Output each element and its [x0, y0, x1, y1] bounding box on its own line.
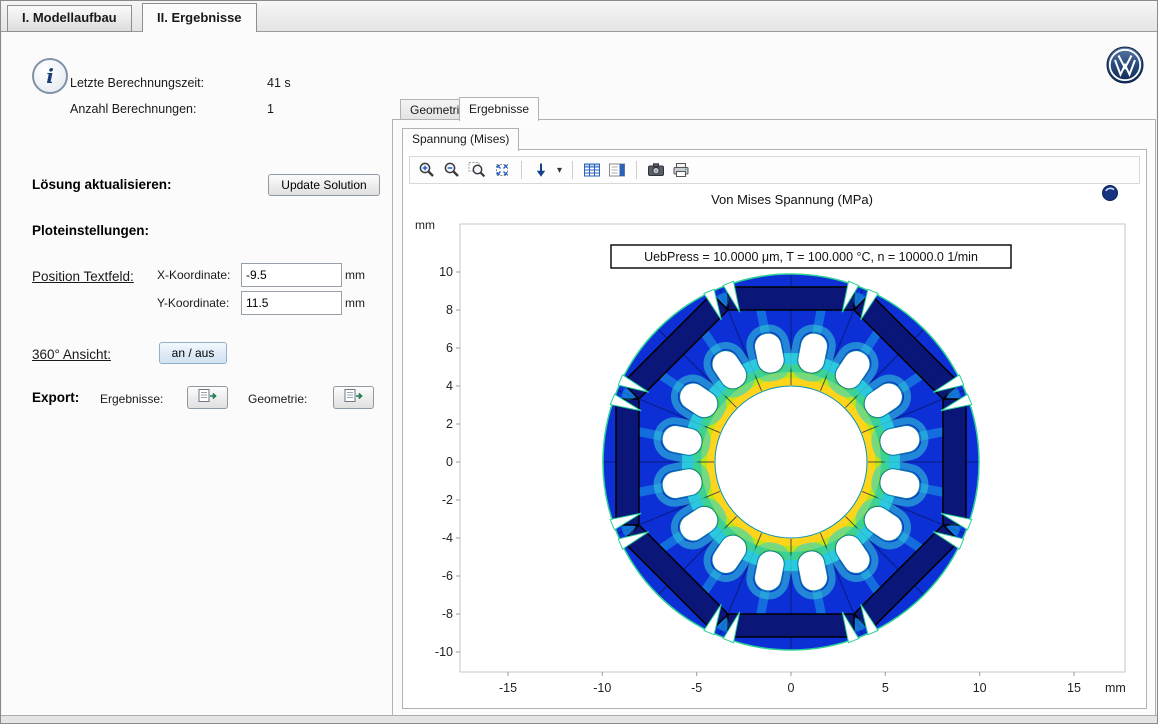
- color-legend-icon[interactable]: [608, 161, 626, 179]
- snapshot-camera-icon[interactable]: [647, 161, 665, 179]
- y-tick-label: -2: [442, 493, 453, 507]
- x-axis: -15 -10 -5 0 5 10 15 mm: [499, 672, 1126, 695]
- plot-tab-spannung-mises-label: Spannung (Mises): [412, 132, 509, 146]
- tab-ergebnisse-label: II. Ergebnisse: [157, 10, 242, 25]
- toolbar-separator: [521, 161, 522, 179]
- x-tick-label: 10: [973, 681, 987, 695]
- update-solution-button[interactable]: Update Solution: [268, 174, 380, 196]
- y-tick-label: 6: [446, 341, 453, 355]
- x-coordinate-label: X-Koordinate:: [157, 268, 230, 282]
- plot-group-box: ▾: [402, 149, 1147, 709]
- computation-count-value: 1: [267, 102, 274, 116]
- go-to-default-view-icon[interactable]: [532, 161, 550, 179]
- export-geometry-button[interactable]: [333, 386, 374, 409]
- results-tab-ergebnisse[interactable]: Ergebnisse: [459, 97, 539, 121]
- toolbar-separator: [636, 161, 637, 179]
- x-tick-label: -5: [691, 681, 702, 695]
- tab-ergebnisse[interactable]: II. Ergebnisse: [142, 3, 257, 32]
- export-results-button[interactable]: [187, 386, 228, 409]
- export-icon: [344, 388, 364, 407]
- plot-toolbar: ▾: [409, 156, 1140, 184]
- x-tick-label: 0: [788, 681, 795, 695]
- table-icon[interactable]: [583, 161, 601, 179]
- stress-plot-canvas[interactable]: Von Mises Spannung (MPa) mm 10 8 6 4 2: [403, 182, 1146, 706]
- vw-logo: [1106, 46, 1144, 84]
- annotation-text: UebPress = 10.0000 μm, T = 100.000 °C, n…: [644, 250, 978, 264]
- view-360-toggle-button[interactable]: an / aus: [159, 342, 227, 364]
- y-tick-label: -10: [435, 645, 453, 659]
- print-icon[interactable]: [672, 161, 690, 179]
- y-tick-label: -6: [442, 569, 453, 583]
- plot-floater-icon[interactable]: [1103, 186, 1118, 201]
- y-coordinate-label: Y-Koordinate:: [157, 296, 229, 310]
- update-solution-heading: Lösung aktualisieren:: [32, 177, 172, 192]
- export-icon: [198, 388, 218, 407]
- content-area: i Letzte Berechnungszeit: 41 s Anzahl Be…: [2, 31, 1156, 716]
- computation-count-label: Anzahl Berechnungen:: [70, 102, 196, 116]
- tab-modellaufbau[interactable]: I. Modellaufbau: [7, 5, 132, 32]
- plot-tab-spannung-mises[interactable]: Spannung (Mises): [402, 128, 519, 151]
- x-tick-label: 15: [1067, 681, 1081, 695]
- y-tick-label: 10: [439, 265, 453, 279]
- annotation-box: UebPress = 10.0000 μm, T = 100.000 °C, n…: [611, 245, 1011, 268]
- zoom-box-icon[interactable]: [468, 161, 486, 179]
- plot-title: Von Mises Spannung (MPa): [711, 192, 873, 207]
- position-textfield-heading: Position Textfeld:: [32, 269, 134, 284]
- y-tick-label: 8: [446, 303, 453, 317]
- y-axis-unit: mm: [415, 218, 435, 232]
- y-coordinate-input[interactable]: [241, 291, 342, 315]
- toolbar-separator: [572, 161, 573, 179]
- x-axis-unit: mm: [1105, 681, 1126, 695]
- plot-settings-heading: Ploteinstellungen:: [32, 223, 149, 238]
- export-heading: Export:: [32, 390, 79, 405]
- zoom-extents-icon[interactable]: [493, 161, 511, 179]
- x-tick-label: 5: [882, 681, 889, 695]
- main-tabbar: I. Modellaufbau II. Ergebnisse: [1, 1, 1157, 32]
- view-dropdown-caret-icon[interactable]: ▾: [557, 165, 562, 176]
- results-tab-geometrie-label: Geometrie: [410, 103, 466, 117]
- x-coordinate-input[interactable]: [241, 263, 342, 287]
- app-window: I. Modellaufbau II. Ergebnisse i Letzte …: [0, 0, 1158, 724]
- y-tick-label: 2: [446, 417, 453, 431]
- zoom-in-icon[interactable]: [418, 161, 436, 179]
- results-tab-ergebnisse-label: Ergebnisse: [469, 102, 529, 116]
- y-tick-label: 0: [446, 455, 453, 469]
- y-coordinate-unit: mm: [345, 296, 365, 310]
- info-icon: i: [32, 58, 68, 94]
- x-tick-label: -10: [593, 681, 611, 695]
- export-results-label: Ergebnisse:: [100, 392, 163, 406]
- y-axis: 10 8 6 4 2 0 -2 -4 -6 -8 -10: [435, 265, 460, 659]
- zoom-out-icon[interactable]: [443, 161, 461, 179]
- export-geometry-label: Geometrie:: [248, 392, 307, 406]
- last-computation-label: Letzte Berechnungszeit:: [70, 76, 204, 90]
- y-tick-label: -8: [442, 607, 453, 621]
- y-tick-label: -4: [442, 531, 453, 545]
- view-360-heading: 360° Ansicht:: [32, 347, 111, 362]
- x-coordinate-unit: mm: [345, 268, 365, 282]
- x-tick-label: -15: [499, 681, 517, 695]
- y-tick-label: 4: [446, 379, 453, 393]
- rotor-cross-section: [603, 274, 979, 650]
- last-computation-value: 41 s: [267, 76, 291, 90]
- tab-modellaufbau-label: I. Modellaufbau: [22, 10, 117, 25]
- window-footer: [1, 715, 1157, 723]
